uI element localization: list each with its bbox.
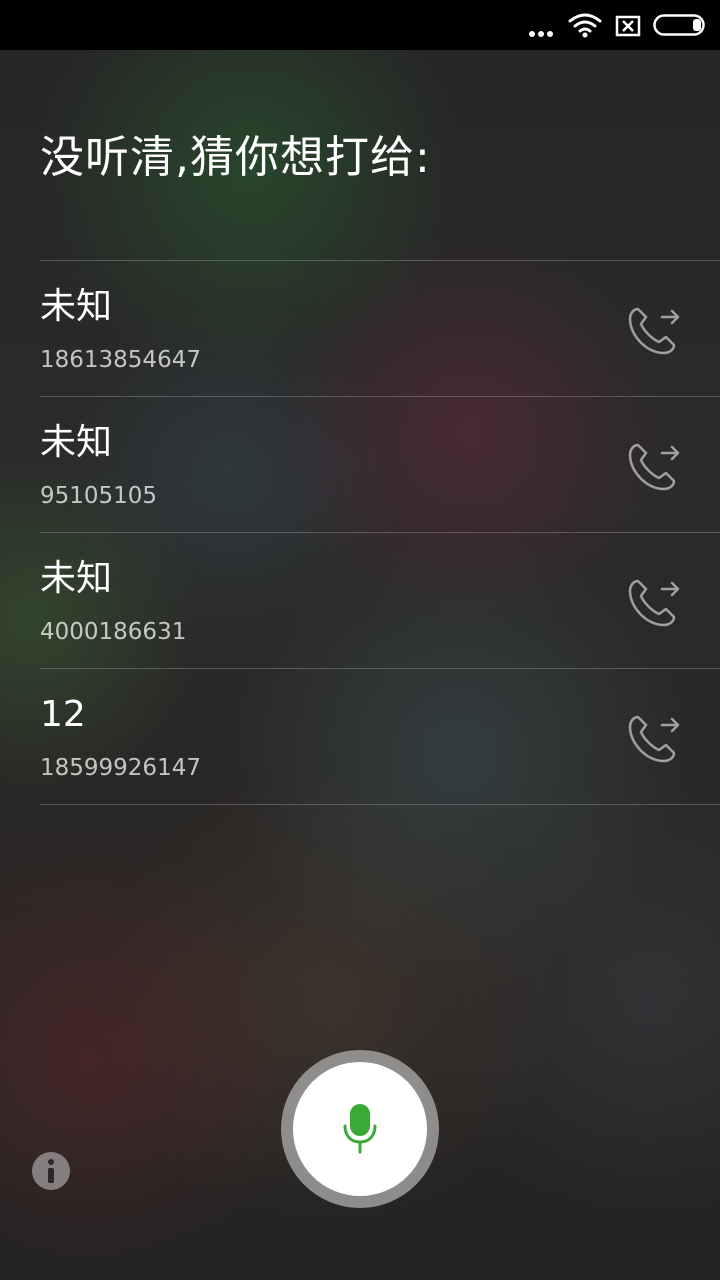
contact-name: 未知	[40, 422, 113, 463]
battery-icon	[653, 14, 709, 40]
contact-row[interactable]: 未知 4000186631	[40, 533, 720, 669]
status-bar	[0, 0, 720, 50]
contact-name: 未知	[40, 286, 113, 327]
contact-row[interactable]: 未知 18613854647	[40, 261, 720, 397]
call-outgoing-icon[interactable]	[620, 571, 684, 635]
contact-number: 18613854647	[40, 347, 201, 373]
voice-assistant-screen: 没听清,猜你想打给: 未知 18613854647 未知 95105105 未知…	[0, 0, 720, 1280]
prompt-title: 没听清,猜你想打给:	[40, 132, 431, 183]
no-sim-icon	[614, 15, 642, 41]
voice-input-button[interactable]	[281, 1050, 439, 1208]
contact-number: 95105105	[40, 483, 158, 509]
contact-number: 4000186631	[40, 619, 187, 645]
contact-row[interactable]: 12 18599926147	[40, 669, 720, 805]
wifi-icon	[568, 12, 602, 42]
contact-row[interactable]: 未知 95105105	[40, 397, 720, 533]
suggested-contact-list: 未知 18613854647 未知 95105105 未知 4000186631	[40, 260, 720, 805]
contact-name: 未知	[40, 558, 113, 599]
voice-input-button-face	[293, 1062, 427, 1196]
call-outgoing-icon[interactable]	[620, 707, 684, 771]
call-outgoing-icon[interactable]	[620, 299, 684, 363]
more-dots-icon	[528, 23, 554, 42]
contact-number: 18599926147	[40, 755, 201, 781]
contact-name: 12	[40, 694, 86, 735]
call-outgoing-icon[interactable]	[620, 435, 684, 499]
info-icon[interactable]	[31, 1151, 71, 1191]
